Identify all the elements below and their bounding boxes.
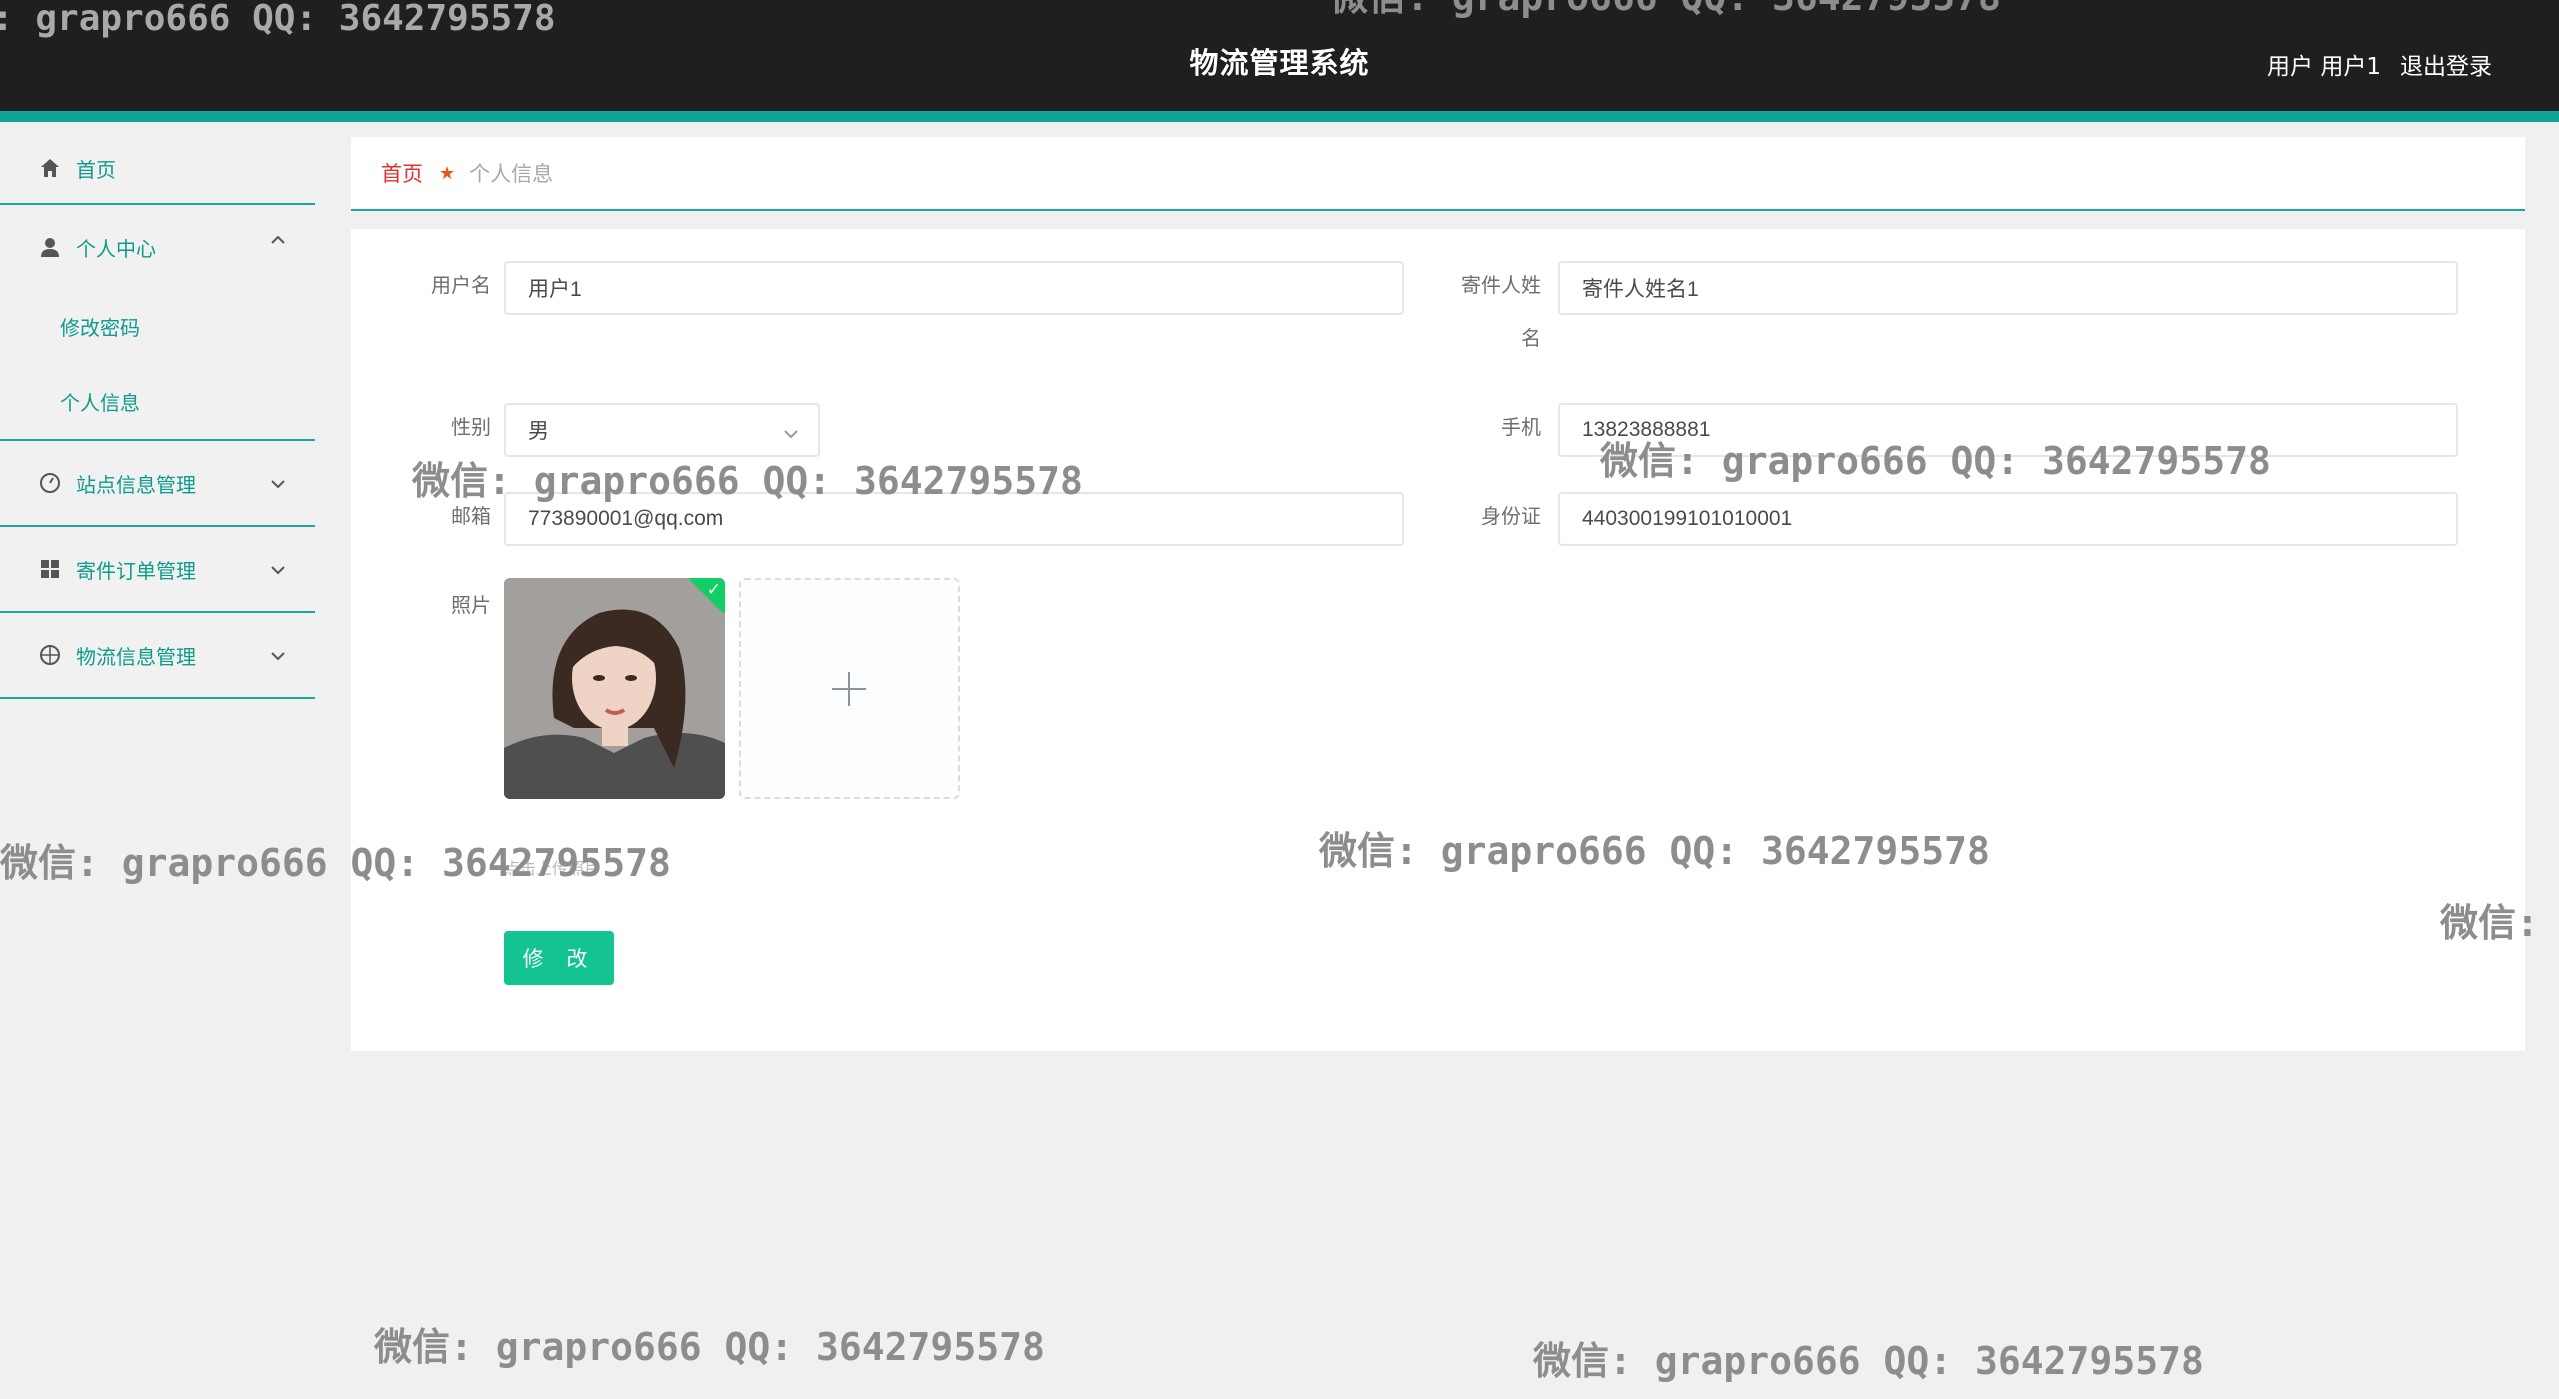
breadcrumb: 首页 ★ 个人信息 bbox=[351, 137, 2525, 211]
dashboard-icon bbox=[36, 469, 64, 497]
sidebar: 首页 个人中心 修改密码 个人信息 站点信息管理 寄件订单管理 物流信息管理 bbox=[0, 133, 315, 1399]
chevron-down-icon bbox=[269, 557, 287, 581]
email-input[interactable] bbox=[504, 492, 1404, 546]
gender-value: 男 bbox=[528, 419, 549, 443]
sidebar-item-label: 物流信息管理 bbox=[76, 644, 196, 669]
chevron-down-icon bbox=[269, 643, 287, 667]
sidebar-subitem-change-password[interactable]: 修改密码 bbox=[0, 289, 315, 364]
avatar-portrait-image bbox=[504, 578, 725, 799]
watermark: 微信: grapro666 QQ: 3642795578 bbox=[1533, 1339, 2204, 1383]
app-title: 物流管理系统 bbox=[1189, 46, 1370, 80]
sender-name-input[interactable] bbox=[1558, 261, 2458, 315]
grid-icon bbox=[36, 555, 64, 583]
sidebar-item-order-mgmt[interactable]: 寄件订单管理 bbox=[0, 527, 315, 611]
current-user-label: 用户 用户1 bbox=[2267, 54, 2381, 80]
top-header: 物流管理系统 用户 用户1 退出登录 bbox=[0, 0, 2559, 122]
sender-name-label-line2: 名 bbox=[1521, 326, 1541, 350]
email-label: 邮箱 bbox=[451, 504, 491, 528]
sidebar-item-label: 站点信息管理 bbox=[76, 472, 196, 497]
sidebar-item-label: 首页 bbox=[76, 157, 116, 182]
phone-input[interactable] bbox=[1558, 403, 2458, 457]
username-input[interactable] bbox=[504, 261, 1404, 315]
photo-upload-button[interactable] bbox=[739, 578, 960, 799]
watermark: 微信: grapro666 QQ: 3642795578 bbox=[374, 1325, 1045, 1369]
sidebar-group-logistics: 物流信息管理 bbox=[0, 613, 315, 699]
target-icon bbox=[36, 641, 64, 669]
uploaded-photo[interactable]: ✓ bbox=[504, 578, 725, 799]
sidebar-item-label: 个人中心 bbox=[76, 236, 156, 261]
star-icon: ★ bbox=[439, 162, 456, 184]
phone-label: 手机 bbox=[1501, 415, 1541, 439]
sidebar-item-home[interactable]: 首页 bbox=[0, 133, 315, 205]
id-card-input[interactable] bbox=[1558, 492, 2458, 546]
id-card-label: 身份证 bbox=[1481, 504, 1541, 528]
home-icon bbox=[36, 154, 64, 182]
sender-name-label: 寄件人姓 bbox=[1401, 269, 1541, 301]
submit-button[interactable]: 修 改 bbox=[504, 931, 614, 985]
check-icon: ✓ bbox=[706, 580, 721, 600]
sidebar-group-personal: 个人中心 修改密码 个人信息 bbox=[0, 205, 315, 441]
logout-link[interactable]: 退出登录 bbox=[2400, 47, 2492, 81]
breadcrumb-home[interactable]: 首页 bbox=[381, 158, 423, 188]
upload-tip: 点击上传照片 bbox=[504, 859, 601, 878]
sidebar-item-label: 寄件订单管理 bbox=[76, 558, 196, 583]
sender-name-label-line1: 寄件人姓 bbox=[1461, 273, 1541, 297]
chevron-down-icon bbox=[782, 421, 800, 445]
profile-form: 用户名 寄件人姓 名 性别 男 手机 邮箱 身份证 照片 bbox=[351, 229, 2525, 1051]
sidebar-subitem-personal-info[interactable]: 个人信息 bbox=[0, 364, 315, 439]
user-icon bbox=[36, 233, 64, 261]
breadcrumb-current: 个人信息 bbox=[469, 162, 554, 186]
chevron-down-icon bbox=[269, 471, 287, 495]
sidebar-item-personal-center[interactable]: 个人中心 bbox=[0, 205, 315, 289]
photo-label: 照片 bbox=[451, 593, 491, 617]
chevron-up-icon bbox=[269, 227, 287, 251]
gender-select[interactable]: 男 bbox=[504, 403, 820, 457]
username-label: 用户名 bbox=[431, 273, 491, 297]
sidebar-item-station-mgmt[interactable]: 站点信息管理 bbox=[0, 441, 315, 525]
sidebar-group-orders: 寄件订单管理 bbox=[0, 527, 315, 613]
gender-label: 性别 bbox=[451, 415, 491, 439]
plus-icon bbox=[832, 672, 866, 706]
sidebar-item-logistics-mgmt[interactable]: 物流信息管理 bbox=[0, 613, 315, 697]
sidebar-group-station: 站点信息管理 bbox=[0, 441, 315, 527]
